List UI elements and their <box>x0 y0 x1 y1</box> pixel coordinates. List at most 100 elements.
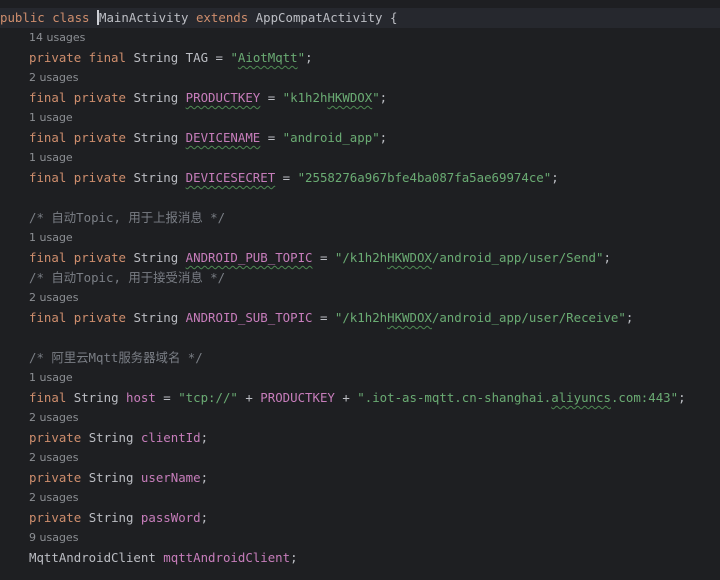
class-name[interactable]: MainActivity <box>99 10 189 25</box>
string-part: "k1h2h <box>282 90 328 105</box>
field-name[interactable]: ANDROID_SUB_TOPIC <box>186 310 313 325</box>
semicolon: ; <box>379 90 388 105</box>
string-part: "tcp://" <box>178 390 238 405</box>
string-part: HKWDOX <box>387 250 432 265</box>
code-editor[interactable]: public class MainActivity extends AppCom… <box>0 0 720 580</box>
extends-keyword: extends <box>188 10 256 25</box>
modifier-private: private <box>29 430 89 445</box>
type: String <box>88 510 141 525</box>
semicolon: ; <box>305 50 313 65</box>
field-name[interactable]: clientId <box>141 430 201 445</box>
field-name[interactable]: mqttAndroidClient <box>163 550 290 565</box>
type: String <box>73 390 126 405</box>
open-brace: { <box>382 10 398 25</box>
type: String <box>133 130 186 145</box>
assign: = <box>260 130 283 145</box>
usage-hint-sub-topic[interactable]: 2 usages <box>0 288 720 308</box>
field-name[interactable]: DEVICESECRET <box>186 170 276 185</box>
field-line-client-id[interactable]: private String clientId; <box>0 428 720 448</box>
field-line-host[interactable]: final String host = "tcp://" + PRODUCTKE… <box>0 388 720 408</box>
string-value: "2558276a967bfe4ba087fa5ae69974ce" <box>297 170 552 185</box>
modifier-private: private <box>73 310 134 325</box>
semicolon: ; <box>678 390 686 405</box>
usage-hint-tag[interactable]: 14 usages <box>0 28 720 48</box>
plus-operator: + <box>237 390 261 405</box>
field-reference[interactable]: PRODUCTKEY <box>260 390 335 405</box>
modifier-private: private <box>73 170 134 185</box>
field-line-devicesecret[interactable]: final private String DEVICESECRET = "255… <box>0 168 720 188</box>
modifier-final: final <box>29 250 74 265</box>
type: String <box>133 250 186 265</box>
modifier-private: private <box>73 90 134 105</box>
semicolon: ; <box>625 310 634 325</box>
usage-hint-client-id[interactable]: 2 usages <box>0 408 720 428</box>
modifier-final: final <box>29 170 74 185</box>
class-declaration-line[interactable]: public class MainActivity extends AppCom… <box>0 8 720 28</box>
field-line-pub-topic[interactable]: final private String ANDROID_PUB_TOPIC =… <box>0 248 720 268</box>
field-name[interactable]: userName <box>141 470 201 485</box>
semicolon: ; <box>200 510 209 525</box>
field-line-devicename[interactable]: final private String DEVICENAME = "andro… <box>0 128 720 148</box>
string-value: "android_app" <box>282 130 380 145</box>
field-line-mqtt-client[interactable]: MqttAndroidClient mqttAndroidClient; <box>0 548 720 568</box>
semicolon: ; <box>200 430 209 445</box>
string-part: /android_app/user/Receive" <box>431 310 626 325</box>
modifiers: private final <box>29 50 134 65</box>
field-line-sub-topic[interactable]: final private String ANDROID_SUB_TOPIC =… <box>0 308 720 328</box>
semicolon: ; <box>551 170 559 185</box>
string-part: /android_app/user/Send" <box>431 250 604 265</box>
semicolon: ; <box>379 130 388 145</box>
modifier-private: private <box>73 250 134 265</box>
string-quote: " <box>297 50 306 65</box>
assign: = <box>155 390 179 405</box>
usage-hint-devicename[interactable]: 1 usage <box>0 108 720 128</box>
modifier-final: final <box>29 90 74 105</box>
field-line-tag[interactable]: private final String TAG = "AiotMqtt"; <box>0 48 720 68</box>
string-part: "/k1h2h <box>334 250 388 265</box>
comment-host: /* 阿里云Mqtt服务器域名 */ <box>29 350 203 365</box>
usage-hint-devicesecret[interactable]: 1 usage <box>0 148 720 168</box>
string-part: ".iot-as-mqtt.cn-shanghai. <box>357 390 552 405</box>
string-part: "/k1h2h <box>334 310 388 325</box>
field-name[interactable]: TAG <box>186 50 208 65</box>
usage-hint-host[interactable]: 1 usage <box>0 368 720 388</box>
string-value: AiotMqtt <box>237 50 298 65</box>
type: String <box>133 90 186 105</box>
type: String <box>133 50 186 65</box>
type: MqttAndroidClient <box>29 550 164 565</box>
field-name[interactable]: PRODUCTKEY <box>186 90 261 105</box>
string-part: .com:443" <box>610 390 679 405</box>
type: String <box>88 470 141 485</box>
modifier-final: final <box>29 310 74 325</box>
assign: = <box>312 310 335 325</box>
string-value: HKWDOX <box>327 90 373 105</box>
string-quote: " <box>230 50 238 65</box>
field-name[interactable]: DEVICENAME <box>186 130 261 145</box>
field-line-pass-word[interactable]: private String passWord; <box>0 508 720 528</box>
usage-hint-pub-topic[interactable]: 1 usage <box>0 228 720 248</box>
assign: = <box>275 170 298 185</box>
string-part: HKWDOX <box>387 310 432 325</box>
field-line-productkey[interactable]: final private String PRODUCTKEY = "k1h2h… <box>0 88 720 108</box>
parent-class[interactable]: AppCompatActivity <box>256 10 383 25</box>
assign: = <box>312 250 335 265</box>
type: String <box>88 430 141 445</box>
modifier-private: private <box>29 510 89 525</box>
modifier-final: final <box>29 390 74 405</box>
class-modifiers: public class <box>0 10 97 25</box>
field-name[interactable]: host <box>126 390 156 405</box>
semicolon: ; <box>603 250 611 265</box>
field-name[interactable]: passWord <box>141 510 201 525</box>
assign: = <box>260 90 283 105</box>
field-line-user-name[interactable]: private String userName; <box>0 468 720 488</box>
usage-hint-productkey[interactable]: 2 usages <box>0 68 720 88</box>
usage-hint-user-name[interactable]: 2 usages <box>0 448 720 468</box>
assign: = <box>208 50 231 65</box>
modifier-private: private <box>29 470 89 485</box>
usage-hint-pass-word[interactable]: 2 usages <box>0 488 720 508</box>
semicolon: ; <box>200 470 209 485</box>
comment-pub-topic: /* 自动Topic, 用于上报消息 */ <box>29 210 226 225</box>
comment-sub-topic: /* 自动Topic, 用于接受消息 */ <box>29 270 226 285</box>
field-name[interactable]: ANDROID_PUB_TOPIC <box>186 250 313 265</box>
usage-hint-mqtt-client[interactable]: 9 usages <box>0 528 720 548</box>
